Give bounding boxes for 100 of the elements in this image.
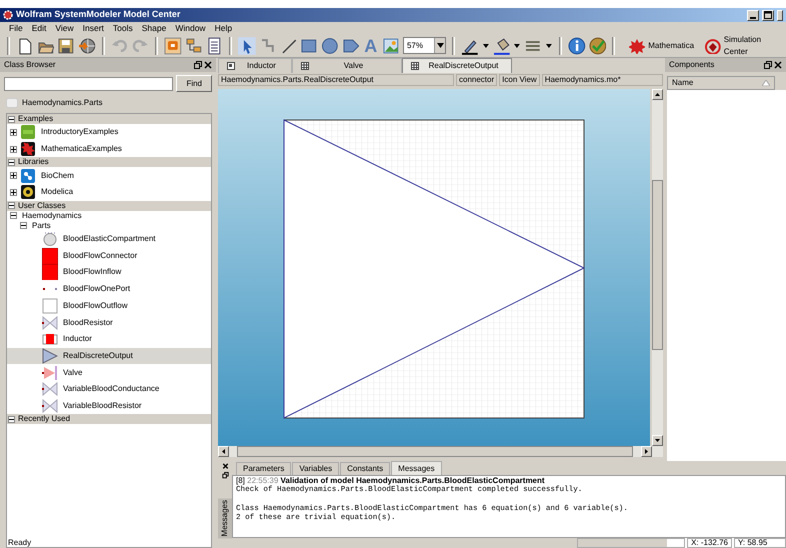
menu-item[interactable]: File [9,22,23,34]
down-arrow-icon[interactable] [655,439,660,442]
tree-item[interactable]: Inductor [61,333,94,346]
tile-icon [20,124,36,140]
tree-item[interactable]: VariableBloodConductance [61,383,162,396]
grid-icon [411,62,419,70]
editor-tab[interactable]: Inductor [218,58,292,73]
close-icon[interactable] [774,61,782,69]
rectangle-icon[interactable] [300,36,318,54]
gear-icon [20,184,36,200]
close-icon[interactable] [222,463,228,470]
circle-icon [42,231,58,248]
diagram-icon[interactable] [184,36,202,54]
triangle-icon [42,364,58,381]
tree-item[interactable]: Haemodynamics [20,210,84,222]
expand-icon[interactable] [11,190,16,195]
collapse-icon[interactable] [9,116,14,122]
close-button[interactable] [777,10,783,20]
float-icon[interactable] [764,61,772,69]
menu-item[interactable]: View [55,22,74,34]
collapse-icon[interactable] [9,416,14,422]
class-path: Haemodynamics.Parts [22,97,102,109]
tree-item[interactable]: BloodFlowOutflow [61,300,130,312]
polygon-icon[interactable] [342,36,360,54]
expand-icon[interactable] [11,146,16,152]
panel-title: Components [669,59,714,71]
tree-item[interactable]: MathematicaExamples [39,143,124,156]
dots-icon [42,287,58,292]
icon-view-icon [227,62,235,70]
menu-item[interactable]: Edit [32,22,46,34]
tree-item[interactable]: Valve [61,366,84,379]
x-coordinate: X: -132.76 [687,538,732,548]
menu-item[interactable]: Tools [112,22,133,34]
menu-item[interactable]: Insert [82,22,104,34]
tree-item[interactable]: IntroductoryExamples [39,126,120,138]
gear-icon [3,10,13,20]
float-icon[interactable] [194,61,202,69]
save-icon[interactable] [57,36,76,54]
scrollbar[interactable] [218,446,663,457]
panel-tab[interactable]: Constants [340,462,390,475]
class-name: Haemodynamics.Parts.RealDiscreteOutput [218,74,454,86]
info-icon[interactable] [568,36,586,54]
scrollbar[interactable] [652,89,663,446]
molecule-icon [20,168,36,184]
view-mode: Icon View [499,74,540,86]
ellipse-icon[interactable] [320,36,339,54]
tree-item[interactable]: BioChem [39,170,76,182]
panel-tab[interactable]: Messages [391,461,442,475]
star-icon [20,141,36,158]
bowtie-icon [42,314,58,331]
menu-item[interactable]: Shape [142,22,166,34]
collapse-icon[interactable] [9,160,14,165]
bowtie-icon [42,381,58,398]
line-icon[interactable] [280,36,298,54]
diagram-view-icon[interactable] [164,36,182,54]
left-arrow-icon[interactable] [222,449,225,454]
pointer-icon[interactable] [238,36,256,54]
square-icon [42,331,58,348]
globe-icon[interactable] [78,36,96,54]
panel-tab[interactable]: Parameters [236,462,292,475]
menu-item[interactable]: Help [214,22,232,34]
tree-item[interactable]: Parts [30,220,53,232]
editor-tab[interactable]: RealDiscreteOutput [402,58,512,73]
image-icon[interactable] [382,36,400,54]
up-arrow-icon[interactable] [655,93,660,96]
fill-bucket-icon[interactable] [492,36,510,54]
y-coordinate: Y: 58.95 [734,538,786,548]
tree-item[interactable]: BloodFlowConnector [61,250,140,262]
right-arrow-icon[interactable] [645,449,648,454]
float-icon[interactable] [222,472,228,479]
tree-item[interactable]: BloodFlowOnePort [61,283,132,296]
bowtie-icon [42,398,58,414]
section-header[interactable]: Examples [18,114,54,125]
window-title: Wolfram SystemModeler Model Center [16,8,182,22]
tree-item[interactable]: BloodFlowInflow [61,266,124,278]
panel-tab[interactable]: Variables [292,462,340,475]
grid-icon [301,62,309,70]
close-icon[interactable] [204,61,212,69]
tree-item[interactable]: VariableBloodResistor [61,400,144,412]
star-icon [629,38,646,54]
package-icon [6,98,18,108]
triangle-icon [42,348,58,364]
check-icon[interactable] [588,36,606,54]
tree-item[interactable]: Modelica [39,186,76,198]
editor-tab[interactable]: Valve [292,58,402,73]
zoom-dropdown[interactable]: 57% [402,37,446,54]
tree-item[interactable]: BloodResistor [61,316,115,329]
search-field[interactable] [4,76,174,90]
tree-item[interactable]: BloodElasticCompartment [61,233,158,246]
class-type: connector [456,74,498,86]
panel-title: Messages [218,498,232,538]
caret-icon[interactable] [436,43,444,48]
expand-icon[interactable] [11,173,16,178]
app-button[interactable]: Simulation Center [705,34,786,58]
section-header[interactable]: Libraries [18,156,49,168]
app-button[interactable]: Mathematica [629,38,694,54]
column-header[interactable]: Name [667,76,775,90]
expand-icon[interactable] [11,130,16,135]
find-button[interactable]: Find [176,75,212,92]
menu-item[interactable]: Window [175,22,206,34]
